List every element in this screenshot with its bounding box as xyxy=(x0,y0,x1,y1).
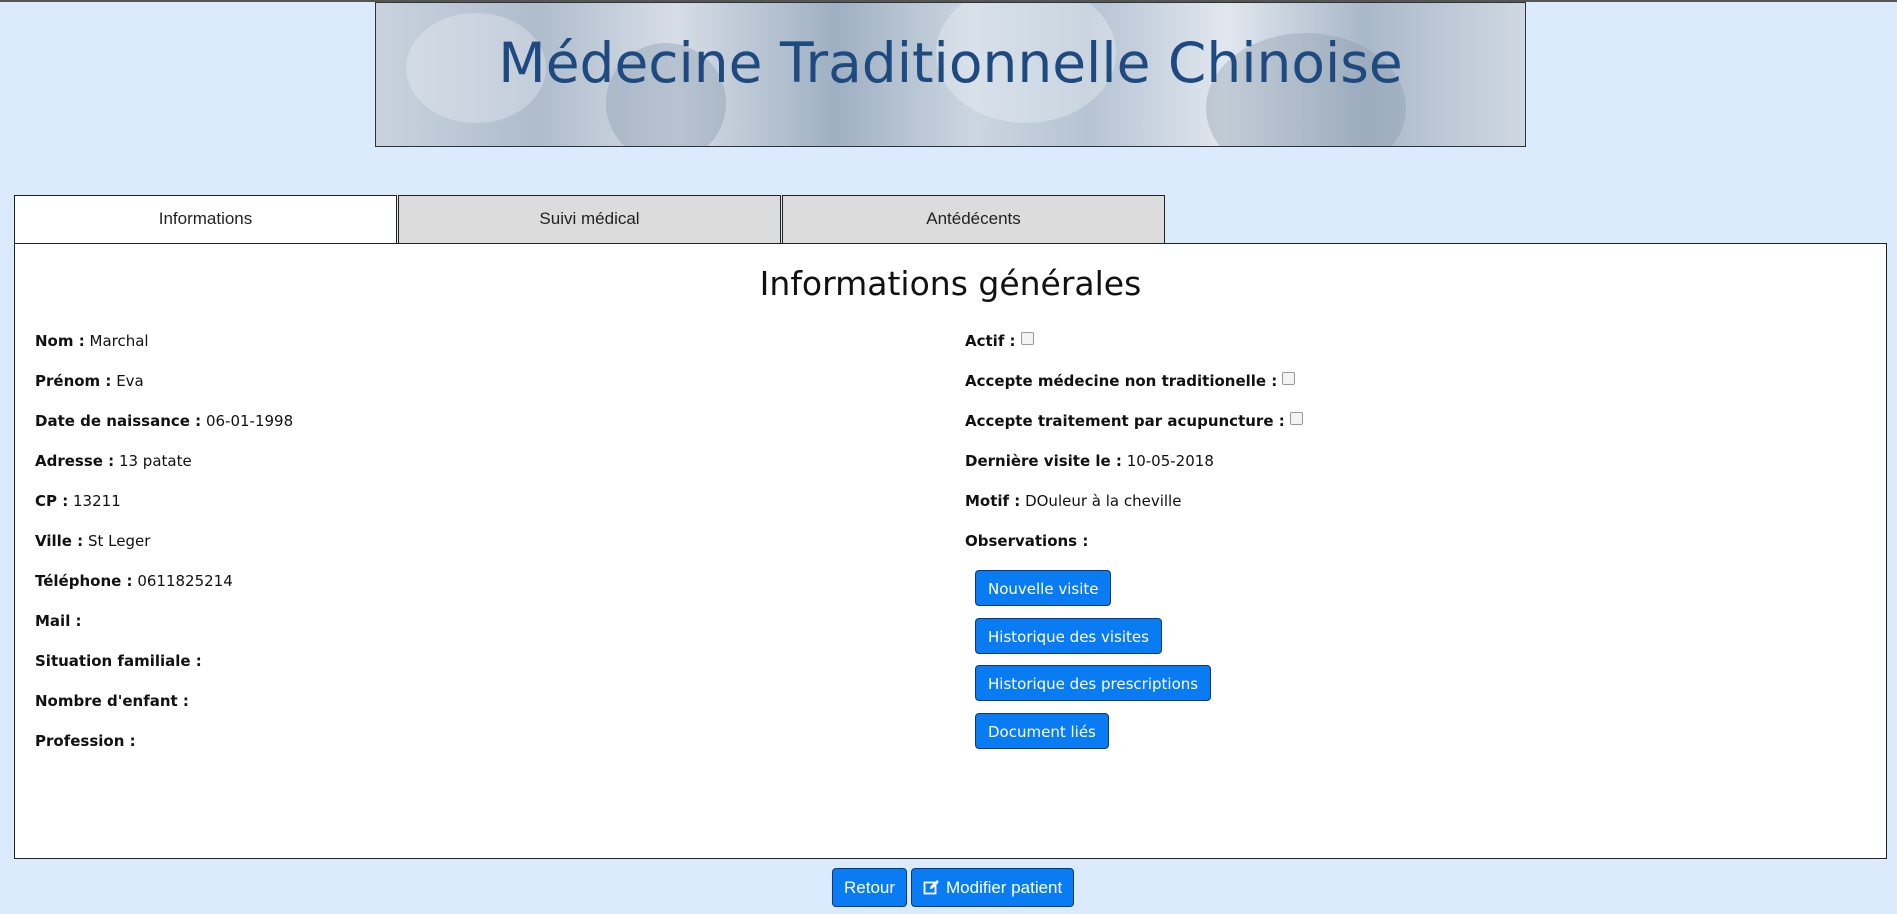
actif-checkbox[interactable] xyxy=(1020,332,1034,345)
tab-antecedents[interactable]: Antédécents xyxy=(782,195,1165,243)
field-label: Observations : xyxy=(965,532,1089,550)
field-label: Motif : xyxy=(965,492,1021,510)
field-label: Téléphone : xyxy=(35,572,133,590)
tab-informations[interactable]: Informations xyxy=(14,195,397,245)
field-value: 13 patate xyxy=(118,452,192,470)
field-actif: Actif : xyxy=(965,332,1034,350)
field-ville: Ville : St Leger xyxy=(35,532,150,550)
field-label: CP : xyxy=(35,492,69,510)
field-label: Accepte traitement par acupuncture : xyxy=(965,412,1285,430)
field-label: Mail : xyxy=(35,612,82,630)
header-banner: Médecine Traditionnelle Chinoise xyxy=(375,2,1526,147)
field-value: 10-05-2018 xyxy=(1126,452,1214,470)
acupuncture-checkbox[interactable] xyxy=(1289,412,1303,425)
field-label: Actif : xyxy=(965,332,1016,350)
field-date-naissance: Date de naissance : 06-01-1998 xyxy=(35,412,293,430)
field-value: 06-01-1998 xyxy=(205,412,294,430)
historique-prescriptions-button[interactable]: Historique des prescriptions xyxy=(975,665,1212,701)
field-motif: Motif : DOuleur à la cheville xyxy=(965,492,1181,510)
tab-bar: Informations Suivi médical Antédécents xyxy=(14,195,1166,245)
field-value: 0611825214 xyxy=(137,572,233,590)
field-accepte-medecine: Accepte médecine non traditionelle : xyxy=(965,372,1296,390)
medecine-checkbox[interactable] xyxy=(1282,372,1296,385)
field-value: St Leger xyxy=(87,532,151,550)
field-cp: CP : 13211 xyxy=(35,492,121,510)
field-telephone: Téléphone : 0611825214 xyxy=(35,572,233,590)
field-label: Nombre d'enfant : xyxy=(35,692,189,710)
field-label: Nom : xyxy=(35,332,85,350)
nouvelle-visite-button[interactable]: Nouvelle visite xyxy=(975,570,1112,606)
field-label: Ville : xyxy=(35,532,84,550)
field-label: Profession : xyxy=(35,732,136,750)
field-observations: Observations : xyxy=(965,532,1088,550)
field-label: Prénom : xyxy=(35,372,112,390)
field-nombre-enfant: Nombre d'enfant : xyxy=(35,692,189,710)
field-value: Marchal xyxy=(89,332,149,350)
edit-icon xyxy=(923,872,940,909)
section-title: Informations générales xyxy=(759,264,1142,303)
field-adresse: Adresse : 13 patate xyxy=(35,452,192,470)
field-value: Eva xyxy=(116,372,144,390)
field-label: Situation familiale : xyxy=(35,652,202,670)
field-label: Accepte médecine non traditionelle : xyxy=(965,372,1278,390)
field-prenom: Prénom : Eva xyxy=(35,372,144,390)
retour-button[interactable]: Retour xyxy=(832,868,908,907)
documents-lies-button[interactable]: Document liés xyxy=(975,713,1109,749)
field-value: DOuleur à la cheville xyxy=(1025,492,1182,510)
field-value: 13211 xyxy=(73,492,121,510)
field-profession: Profession : xyxy=(35,732,136,750)
field-accepte-acupuncture: Accepte traitement par acupuncture : xyxy=(965,412,1303,430)
modifier-patient-button[interactable]: Modifier patient xyxy=(911,868,1075,909)
field-situation-familiale: Situation familiale : xyxy=(35,652,202,670)
page-title: Médecine Traditionnelle Chinoise xyxy=(498,31,1403,95)
tab-suivi-medical[interactable]: Suivi médical xyxy=(398,195,781,243)
modifier-patient-label: Modifier patient xyxy=(946,878,1063,897)
field-label: Dernière visite le : xyxy=(965,452,1122,470)
field-derniere-visite: Dernière visite le : 10-05-2018 xyxy=(965,452,1214,470)
historique-visites-button[interactable]: Historique des visites xyxy=(975,618,1162,654)
field-label: Date de naissance : xyxy=(35,412,202,430)
field-mail: Mail : xyxy=(35,612,82,630)
field-nom: Nom : Marchal xyxy=(35,332,149,350)
informations-panel: Informations générales Nom : Marchal Pré… xyxy=(14,243,1887,859)
field-label: Adresse : xyxy=(35,452,115,470)
